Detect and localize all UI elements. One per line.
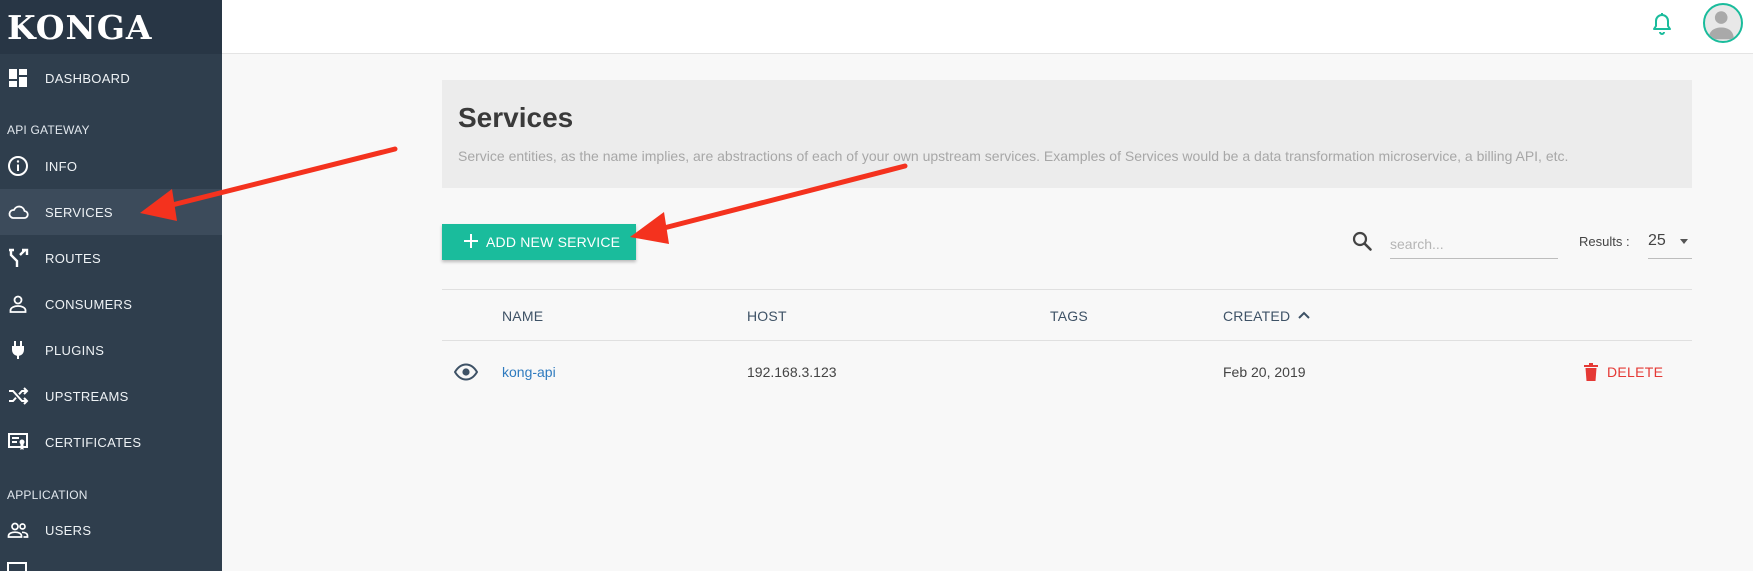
service-created: Feb 20, 2019 xyxy=(1223,364,1306,380)
service-host: 192.168.3.123 xyxy=(747,364,837,380)
plug-icon xyxy=(12,341,24,359)
sidebar-item-info[interactable]: INFO xyxy=(0,143,222,189)
sidebar-item-consumers[interactable]: CONSUMERS xyxy=(0,281,222,327)
column-header-name[interactable]: NAME xyxy=(502,308,543,324)
chevron-down-icon xyxy=(1680,239,1688,244)
column-header-tags[interactable]: TAGS xyxy=(1050,308,1088,324)
sidebar-item-label: DASHBOARD xyxy=(45,70,131,86)
page-description: Service entities, as the name implies, a… xyxy=(458,148,1569,164)
sidebar-section-application: APPLICATION xyxy=(7,488,88,502)
sidebar-item-label: UPSTREAMS xyxy=(45,388,129,404)
delete-label: DELETE xyxy=(1607,364,1664,380)
eye-icon[interactable] xyxy=(454,363,478,381)
sidebar-item-services[interactable]: SERVICES xyxy=(0,189,222,235)
sidebar-item-routes[interactable]: ROUTES xyxy=(0,235,222,281)
sidebar-next-item-icon xyxy=(7,562,27,571)
sidebar-item-users[interactable]: USERS xyxy=(0,507,222,553)
column-header-host[interactable]: HOST xyxy=(747,308,787,324)
certificate-icon xyxy=(8,433,28,450)
sidebar-item-label: CERTIFICATES xyxy=(45,434,142,450)
bell-icon[interactable] xyxy=(1651,12,1673,36)
add-new-service-button[interactable]: ADD NEW SERVICE xyxy=(442,224,636,260)
brand-name: KONGA xyxy=(7,7,153,47)
sidebar-section-api-gateway: API GATEWAY xyxy=(7,123,90,137)
add-new-service-label: ADD NEW SERVICE xyxy=(486,234,621,250)
results-label: Results : xyxy=(1579,234,1630,249)
search-icon[interactable] xyxy=(1351,230,1373,252)
services-table: NAME HOST TAGS CREATED kong-api 192.168.… xyxy=(442,289,1692,405)
users-icon xyxy=(7,522,29,538)
sidebar-item-label: ROUTES xyxy=(45,250,101,266)
avatar-silhouette-icon xyxy=(1708,11,1734,40)
column-header-created[interactable]: CREATED xyxy=(1223,308,1290,324)
trash-icon xyxy=(1584,363,1598,381)
plus-icon xyxy=(464,234,478,248)
sidebar-item-dashboard[interactable]: DASHBOARD xyxy=(0,55,222,101)
sort-ascending-icon[interactable] xyxy=(1297,308,1311,322)
sidebar-item-upstreams[interactable]: UPSTREAMS xyxy=(0,373,222,419)
sidebar-item-label: INFO xyxy=(45,158,78,174)
page-header: Services Service entities, as the name i… xyxy=(442,80,1692,188)
results-per-page-select[interactable]: 25 xyxy=(1648,226,1692,259)
sidebar-item-label: SERVICES xyxy=(45,204,113,220)
user-avatar[interactable] xyxy=(1703,3,1743,43)
delete-button[interactable]: DELETE xyxy=(1583,358,1663,386)
sidebar-item-plugins[interactable]: PLUGINS xyxy=(0,327,222,373)
cloud-icon xyxy=(8,205,29,219)
page-title: Services xyxy=(458,102,574,133)
person-icon xyxy=(9,295,27,313)
sidebar-item-label: CONSUMERS xyxy=(45,296,133,312)
search-input[interactable] xyxy=(1390,229,1558,259)
service-name-link[interactable]: kong-api xyxy=(502,364,556,380)
top-bar xyxy=(222,0,1753,54)
fork-icon xyxy=(9,248,29,267)
sidebar-item-label: PLUGINS xyxy=(45,342,105,358)
sidebar-item-certificates[interactable]: CERTIFICATES xyxy=(0,419,222,465)
dashboard-icon xyxy=(9,69,27,87)
brand-logo[interactable]: KONGA xyxy=(0,0,222,54)
table-header-row: NAME HOST TAGS CREATED xyxy=(442,289,1692,341)
sidebar: KONGA DASHBOARD API GATEWAY INFO SERVICE… xyxy=(0,0,222,571)
info-icon xyxy=(8,156,28,176)
sidebar-item-label: USERS xyxy=(45,522,92,538)
table-row: kong-api 192.168.3.123 Feb 20, 2019 DELE… xyxy=(442,341,1692,405)
results-per-page-value: 25 xyxy=(1648,232,1666,249)
shuffle-icon xyxy=(9,387,29,405)
